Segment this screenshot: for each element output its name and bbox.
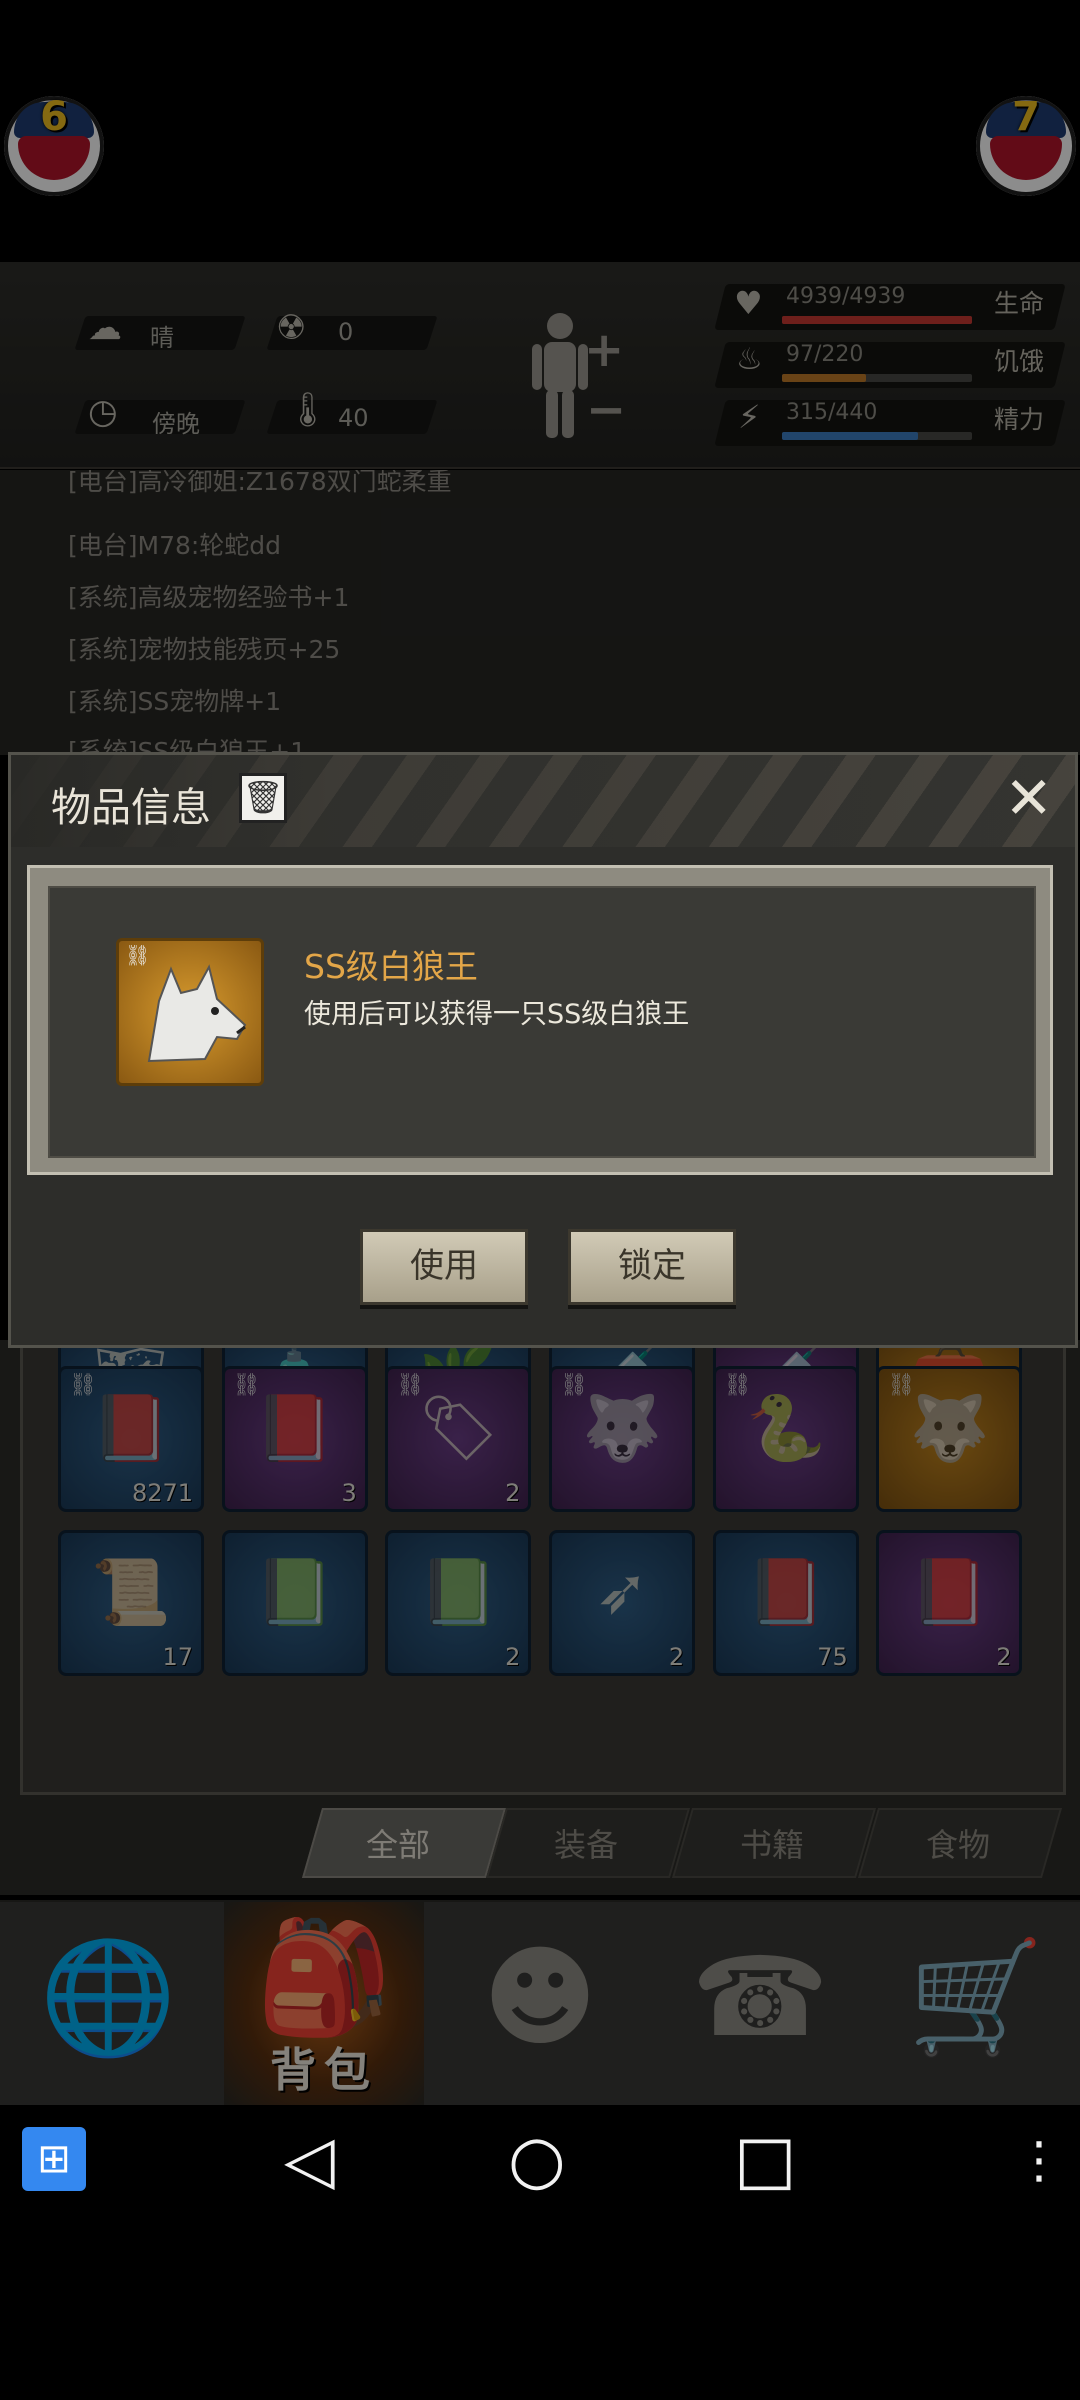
white-wolf-icon: ⛓: [116, 938, 264, 1086]
apps-icon[interactable]: ⊞: [22, 2127, 86, 2191]
recents-icon[interactable]: □: [734, 2127, 796, 2193]
close-icon[interactable]: ✕: [1004, 769, 1053, 827]
home-icon[interactable]: ○: [508, 2127, 566, 2193]
item-info-modal: 物品信息 🗑 ✕ ⛓ SS级白狼王 使用后可以获得一只SS级白狼王 使用 锁定: [8, 752, 1078, 1348]
back-icon[interactable]: ◁: [284, 2127, 335, 2193]
system-nav-bar: ⊞ ◁ ○ □ ⋮: [0, 2105, 1080, 2215]
item-name: SS级白狼王: [304, 947, 478, 986]
item-description: 使用后可以获得一只SS级白狼王: [304, 999, 690, 1030]
more-icon[interactable]: ⋮: [1014, 2135, 1064, 2185]
use-button[interactable]: 使用: [360, 1229, 528, 1305]
item-detail-inner: ⛓ SS级白狼王 使用后可以获得一只SS级白狼王: [48, 886, 1036, 1158]
lock-button[interactable]: 锁定: [568, 1229, 736, 1305]
item-detail-box: ⛓ SS级白狼王 使用后可以获得一只SS级白狼王: [27, 865, 1053, 1175]
modal-title: 物品信息: [51, 785, 211, 831]
trash-icon[interactable]: 🗑: [239, 773, 287, 823]
